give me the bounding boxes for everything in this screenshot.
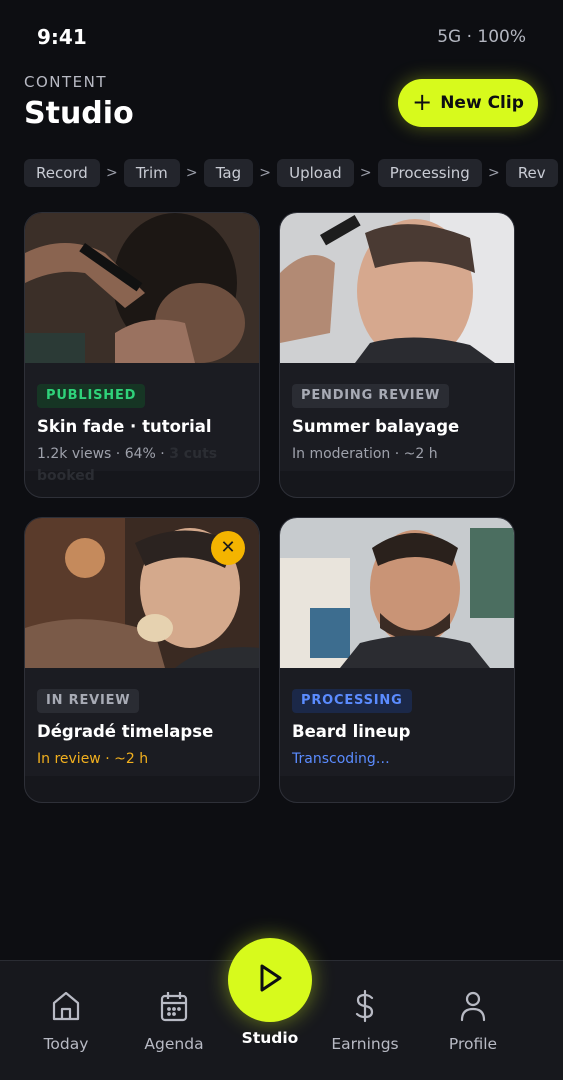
new-clip-label: New Clip — [440, 93, 524, 113]
step-review[interactable]: Rev — [505, 159, 558, 187]
clip-thumbnail — [280, 518, 514, 668]
clip-title: Skin fade · tutorial — [37, 417, 212, 436]
clip-card[interactable]: PENDING REVIEW Summer balayage In modera… — [279, 212, 515, 498]
clip-card[interactable]: PROCESSING Beard lineup Transcoding… — [279, 517, 515, 803]
clip-title: Dégradé timelapse — [37, 722, 214, 741]
nav-item-studio-label[interactable]: Studio — [220, 1029, 320, 1047]
close-icon[interactable]: ✕ — [211, 531, 245, 565]
user-icon — [428, 989, 518, 1023]
page-title: Studio — [24, 96, 134, 131]
status-bar: 9:41 5G · 100% — [0, 0, 563, 70]
nav-label: Today — [43, 1035, 89, 1053]
step-processing[interactable]: Processing — [377, 159, 482, 187]
step-trim[interactable]: Trim — [123, 159, 180, 187]
nav-item-agenda[interactable]: Agenda — [129, 989, 219, 1053]
clip-meta: In moderation · ~2 h — [292, 446, 438, 462]
status-badge: PROCESSING — [292, 689, 412, 713]
clip-meta: In review · ~2 h — [37, 751, 149, 767]
clip-meta-text: 1.2k views · 64% · — [37, 446, 170, 462]
network-status: 5G · 100% — [437, 27, 526, 47]
clip-meta: 1.2k views · 64% · 3 cuts booked — [37, 443, 227, 487]
nav-item-today[interactable]: Today — [21, 989, 111, 1053]
nav-item-profile[interactable]: Profile — [428, 989, 518, 1053]
chevron-right-icon: > — [487, 165, 500, 181]
chevron-right-icon: > — [185, 165, 198, 181]
home-icon — [21, 989, 111, 1023]
clip-title: Beard lineup — [292, 722, 411, 741]
section-eyebrow: CONTENT — [24, 73, 108, 91]
studio-play-button[interactable] — [228, 938, 312, 1022]
chevron-right-icon: > — [359, 165, 372, 181]
clip-thumbnail — [280, 213, 514, 363]
calendar-icon — [129, 989, 219, 1023]
status-time: 9:41 — [37, 25, 87, 49]
step-tag[interactable]: Tag — [203, 159, 254, 187]
chevron-right-icon: > — [105, 165, 118, 181]
play-icon — [255, 962, 285, 998]
plus-icon: + — [412, 87, 433, 116]
nav-item-earnings[interactable]: Earnings — [320, 989, 410, 1053]
nav-label: Earnings — [331, 1035, 399, 1053]
nav-label: Profile — [448, 1035, 498, 1053]
step-record[interactable]: Record — [24, 159, 100, 187]
step-upload[interactable]: Upload — [277, 159, 354, 187]
new-clip-button[interactable]: + New Clip — [398, 79, 538, 127]
nav-label: Agenda — [144, 1035, 204, 1053]
status-badge: PENDING REVIEW — [292, 384, 450, 408]
clip-title: Summer balayage — [292, 417, 460, 436]
chevron-right-icon: > — [259, 165, 271, 181]
clip-thumbnail — [25, 213, 259, 363]
clip-card[interactable]: PUBLISHED Skin fade · tutorial 1.2k view… — [24, 212, 260, 498]
status-badge: PUBLISHED — [37, 384, 146, 408]
pipeline-steps: Record > Trim > Tag > Upload > Processin… — [24, 159, 558, 187]
status-badge: IN REVIEW — [37, 689, 140, 713]
clip-meta: Transcoding… — [292, 751, 390, 767]
dollar-icon — [320, 989, 410, 1023]
clip-card[interactable]: ✕ IN REVIEW Dégradé timelapse In review … — [24, 517, 260, 803]
